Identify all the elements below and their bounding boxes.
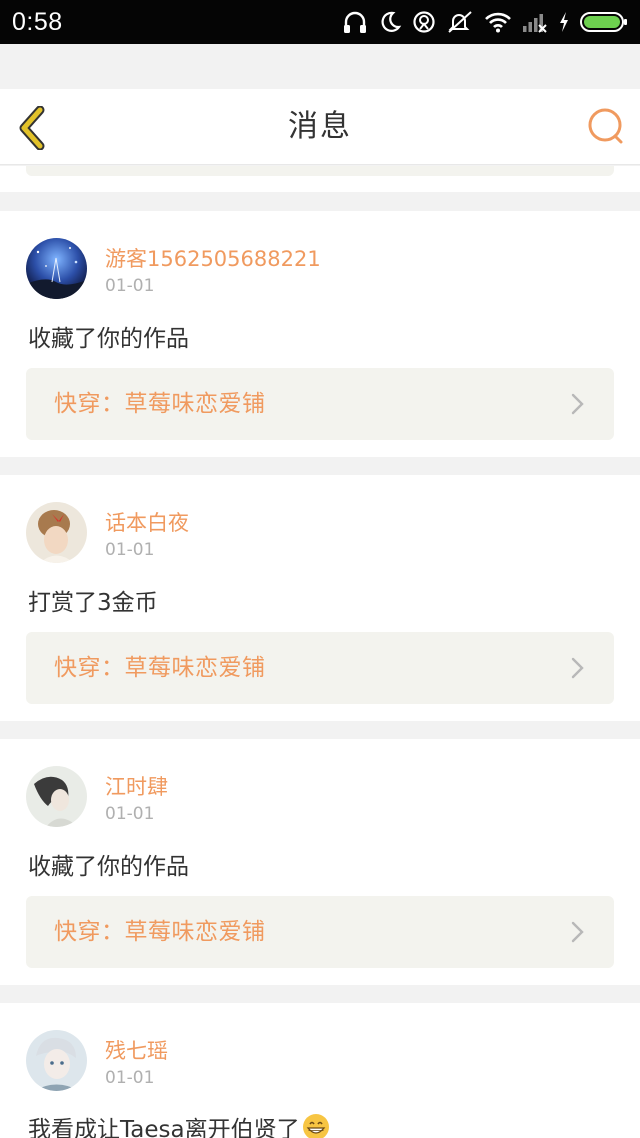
signal-icon	[523, 14, 547, 33]
previous-work-link[interactable]	[26, 166, 614, 176]
message-text: 收藏了你的作品	[28, 854, 189, 880]
work-title: 快穿：草莓味恋爱铺	[54, 391, 266, 417]
chevron-right-icon	[571, 657, 584, 679]
sync-icon	[413, 11, 435, 33]
work-link[interactable]: 快穿：草莓味恋爱铺	[26, 368, 614, 440]
grinning-emoji	[302, 1114, 329, 1138]
chevron-right-icon	[571, 921, 584, 943]
work-title: 快穿：草莓味恋爱铺	[54, 655, 266, 681]
avatar[interactable]	[26, 1030, 87, 1091]
search-icon	[588, 108, 623, 144]
work-link[interactable]: 快穿：草莓味恋爱铺	[26, 896, 614, 968]
username[interactable]: 游客1562505688221	[105, 243, 321, 273]
avatar-image	[26, 1030, 87, 1091]
message-card: 话本白夜 01-01 打赏了3金币 快穿：草莓味恋爱铺	[0, 475, 640, 721]
message-text-content: 我看成让Taesa离开伯贤了	[28, 1117, 300, 1138]
messages-screen: 0:58 消息 游客1562505688221 01-01 收藏了你的作品 快穿…	[0, 0, 640, 1138]
avatar-image	[26, 502, 87, 563]
message-text: 我看成让Taesa离开伯贤了	[28, 1110, 330, 1138]
avatar[interactable]	[26, 766, 87, 827]
username[interactable]: 江时肆	[105, 771, 168, 801]
status-icons	[342, 10, 628, 34]
charging-icon	[560, 12, 568, 32]
previous-message-card	[0, 166, 640, 192]
search-button[interactable]	[586, 106, 626, 146]
headphones-icon	[344, 11, 366, 33]
message-text: 收藏了你的作品	[28, 326, 189, 352]
work-title: 快穿：草莓味恋爱铺	[54, 919, 266, 945]
message-date: 01-01	[105, 540, 155, 560]
battery-icon	[580, 12, 627, 32]
avatar[interactable]	[26, 502, 87, 563]
message-text: 打赏了3金币	[28, 590, 158, 616]
mute-icon	[448, 11, 472, 33]
status-time: 0:58	[12, 7, 63, 36]
message-date: 01-01	[105, 804, 155, 824]
message-card: 游客1562505688221 01-01 收藏了你的作品 快穿：草莓味恋爱铺	[0, 211, 640, 457]
username[interactable]: 残七瑶	[105, 1035, 168, 1065]
work-link[interactable]: 快穿：草莓味恋爱铺	[26, 632, 614, 704]
moon-icon	[381, 11, 402, 32]
message-date: 01-01	[105, 276, 155, 296]
top-nav-bar: 消息	[0, 89, 640, 165]
message-date: 01-01	[105, 1068, 155, 1088]
username[interactable]: 话本白夜	[105, 507, 189, 537]
avatar-image	[26, 238, 87, 299]
message-card: 残七瑶 01-01 我看成让Taesa离开伯贤了	[0, 1003, 640, 1138]
message-card: 江时肆 01-01 收藏了你的作品 快穿：草莓味恋爱铺	[0, 739, 640, 985]
status-bar: 0:58	[0, 0, 640, 44]
avatar-image	[26, 766, 87, 827]
wifi-icon	[485, 12, 511, 33]
avatar[interactable]	[26, 238, 87, 299]
page-title: 消息	[288, 109, 352, 144]
chevron-right-icon	[571, 393, 584, 415]
